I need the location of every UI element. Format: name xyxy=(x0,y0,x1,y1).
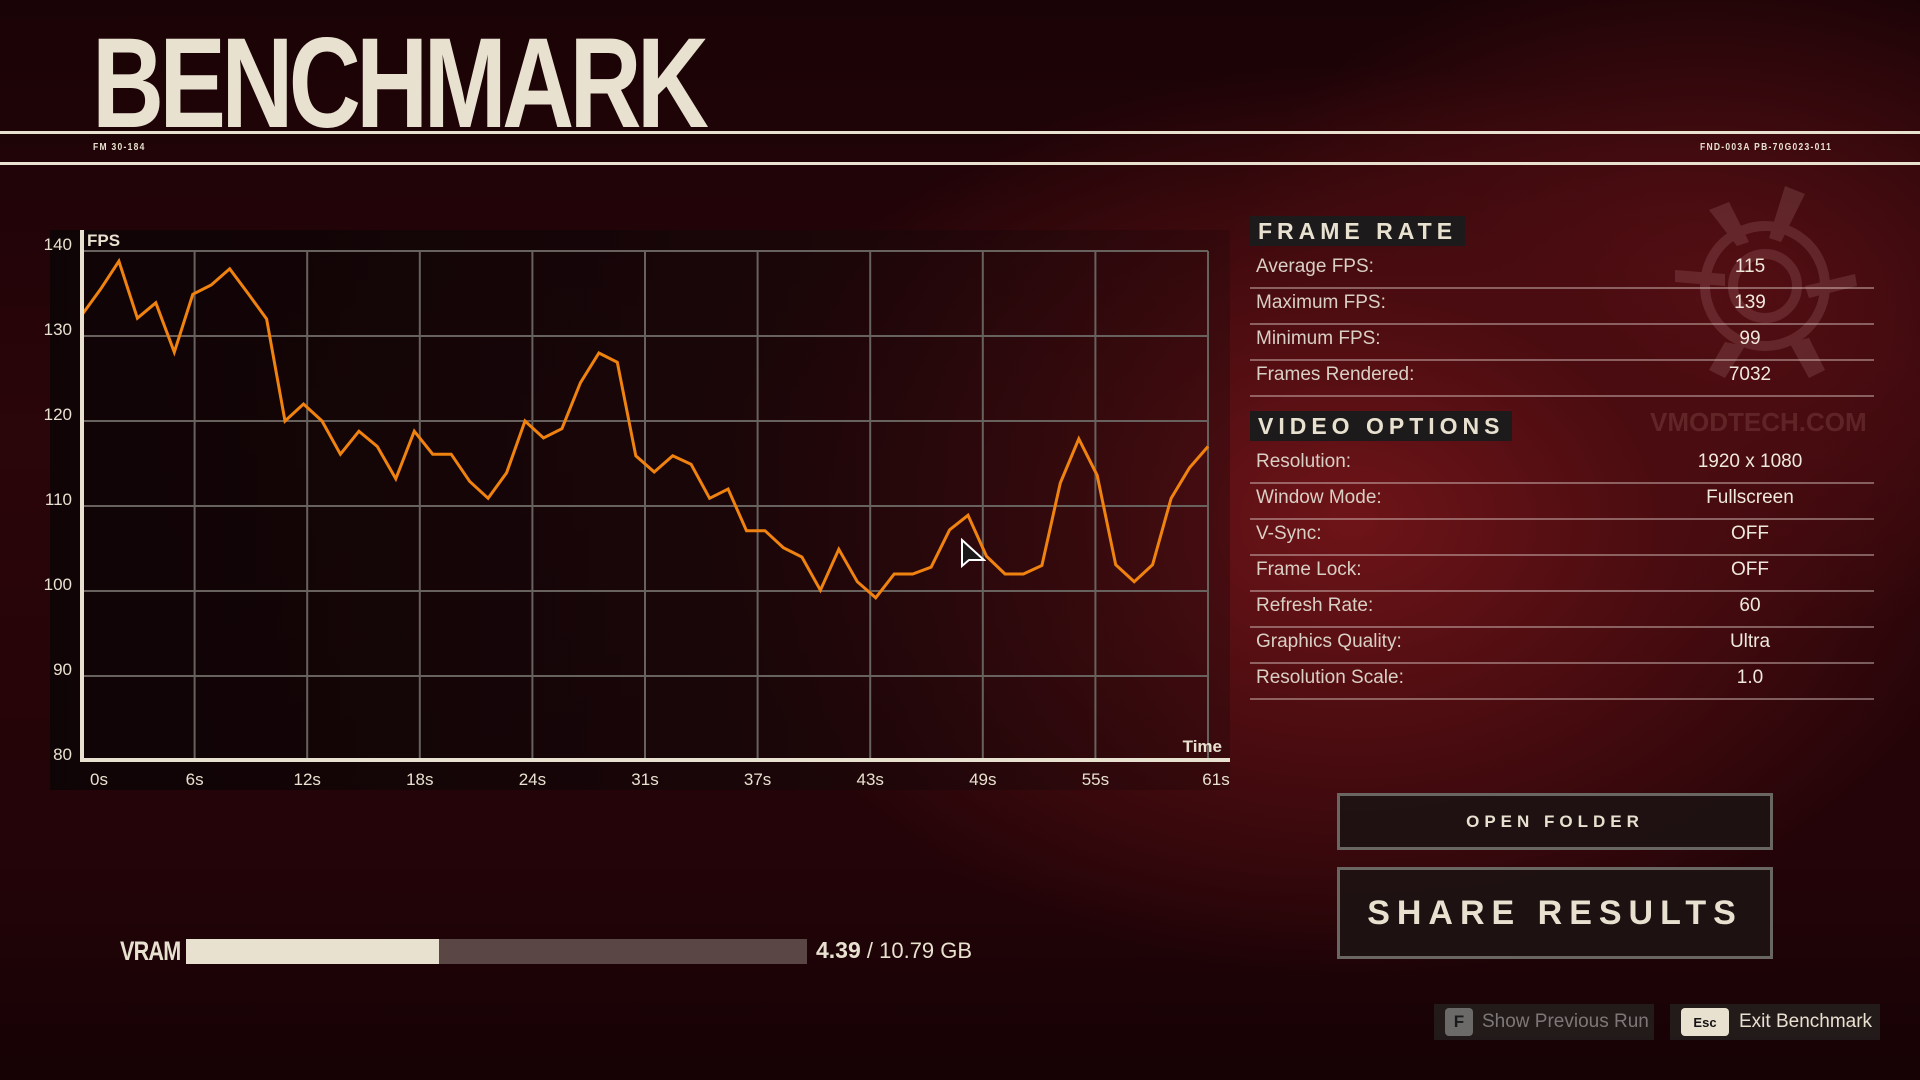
video-option-row: Resolution: 1920 x 1080 xyxy=(1250,446,1874,484)
x-tick-label: 31s xyxy=(631,770,658,789)
share-results-button[interactable]: SHARE RESULTS xyxy=(1337,867,1773,959)
video-option-value: OFF xyxy=(1731,559,1769,580)
y-tick-label: 120 xyxy=(44,405,72,424)
x-tick-label: 12s xyxy=(293,770,320,789)
video-option-value: 1920 x 1080 xyxy=(1697,451,1803,472)
video-option-value: 60 xyxy=(1739,595,1761,616)
y-axis-title: FPS xyxy=(87,231,120,250)
x-tick-label: 0s xyxy=(90,770,108,789)
emblem-icon xyxy=(1675,186,1857,378)
video-option-value: Ultra xyxy=(1729,631,1771,652)
video-option-label: Resolution: xyxy=(1256,451,1352,472)
x-tick-label: 24s xyxy=(519,770,546,789)
open-folder-button[interactable]: OPEN FOLDER xyxy=(1337,793,1773,850)
video-option-label: Resolution Scale: xyxy=(1256,667,1404,688)
x-tick-label: 61s xyxy=(1202,770,1229,789)
video-option-value: 1.0 xyxy=(1736,667,1764,688)
vram-usage-bar xyxy=(186,939,807,964)
video-option-row: Refresh Rate: 60 xyxy=(1250,590,1874,628)
video-options-heading: VIDEO OPTIONS xyxy=(1250,411,1513,441)
y-tick-label: 100 xyxy=(44,575,72,594)
y-axis xyxy=(80,230,84,762)
video-option-row: Graphics Quality: Ultra xyxy=(1250,626,1874,664)
frame-rate-stat-label: Frames Rendered: xyxy=(1256,364,1415,385)
y-tick-label: 130 xyxy=(44,320,72,339)
x-axis xyxy=(80,758,1230,762)
exit-benchmark-label: Exit Benchmark xyxy=(1739,1011,1873,1032)
watermark-text: VMODTECH.COM xyxy=(1650,407,1867,437)
x-tick-label: 55s xyxy=(1082,770,1109,789)
video-option-row: Frame Lock: OFF xyxy=(1250,554,1874,592)
video-option-label: Frame Lock: xyxy=(1256,559,1362,580)
y-tick-label: 110 xyxy=(45,490,72,509)
y-tick-label: 90 xyxy=(53,660,72,679)
y-tick-label: 140 xyxy=(44,235,72,254)
video-option-value: OFF xyxy=(1731,523,1769,544)
show-previous-run-button[interactable]: F Show Previous Run xyxy=(1434,1004,1654,1040)
frame-rate-stat-label: Average FPS: xyxy=(1256,256,1374,277)
mouse-cursor-icon xyxy=(961,538,986,569)
frame-rate-stat-label: Minimum FPS: xyxy=(1256,328,1381,349)
video-option-label: Graphics Quality: xyxy=(1256,631,1402,652)
video-option-row: Window Mode: Fullscreen xyxy=(1250,482,1874,520)
video-option-row: Resolution Scale: 1.0 xyxy=(1250,662,1874,700)
x-tick-label: 6s xyxy=(186,770,204,789)
show-previous-run-label: Show Previous Run xyxy=(1482,1011,1649,1032)
frame-rate-heading: FRAME RATE xyxy=(1250,216,1466,246)
f-key-icon: F xyxy=(1445,1008,1473,1036)
video-option-label: Window Mode: xyxy=(1256,487,1382,508)
vram-label: VRAM xyxy=(120,936,181,966)
exit-benchmark-button[interactable]: Esc Exit Benchmark xyxy=(1670,1004,1880,1040)
video-option-row: V-Sync: OFF xyxy=(1250,518,1874,556)
x-axis-title: Time xyxy=(1183,737,1222,756)
video-option-label: V-Sync: xyxy=(1256,523,1322,544)
x-tick-label: 49s xyxy=(969,770,996,789)
video-option-label: Refresh Rate: xyxy=(1256,595,1374,616)
vram-total-value: / 10.79 GB xyxy=(866,938,973,963)
vram-usage-fill xyxy=(186,939,439,964)
x-tick-label: 18s xyxy=(406,770,433,789)
frame-rate-stat-label: Maximum FPS: xyxy=(1256,292,1386,313)
x-tick-label: 37s xyxy=(744,770,771,789)
vram-used-value: 4.39 xyxy=(816,937,861,963)
y-tick-label: 80 xyxy=(53,745,72,764)
esc-key-icon: Esc xyxy=(1681,1008,1729,1036)
vram-readout: 4.39 / 10.79 GB xyxy=(816,937,972,964)
x-tick-label: 43s xyxy=(856,770,883,789)
video-option-value: Fullscreen xyxy=(1706,487,1794,508)
